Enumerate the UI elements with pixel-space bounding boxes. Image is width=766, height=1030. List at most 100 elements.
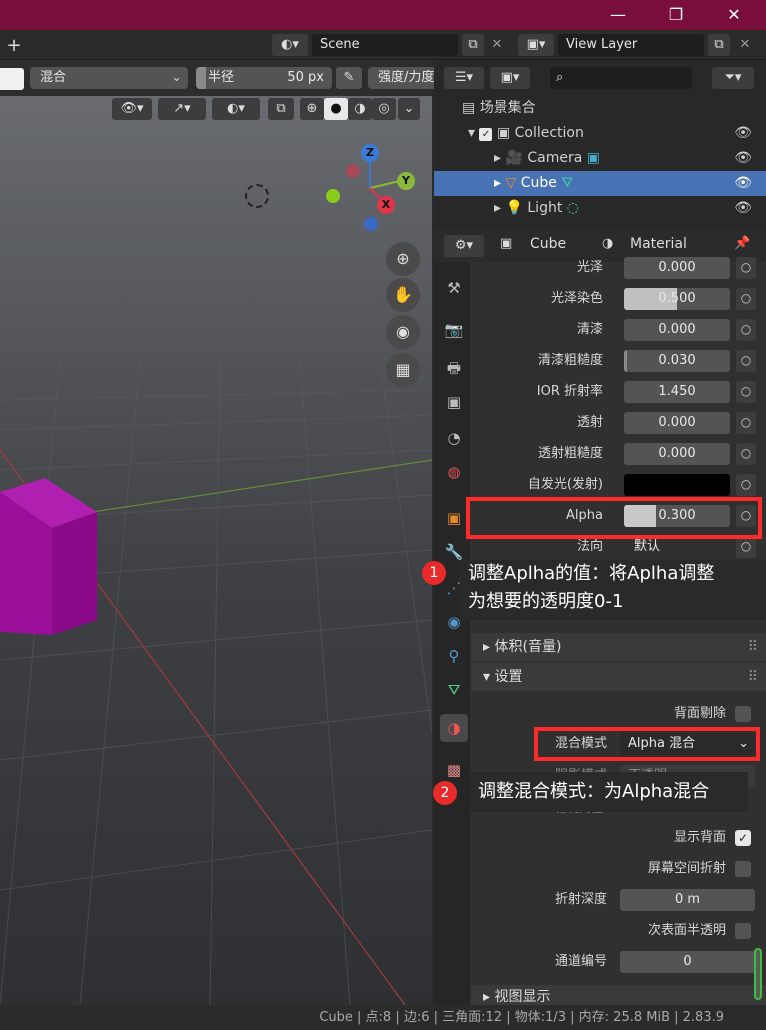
keyframe-dot-icon[interactable]: ○ — [736, 381, 756, 403]
property-value-field[interactable]: 默认 — [624, 536, 730, 558]
drag-handle-icon[interactable]: ⠿ — [748, 633, 758, 661]
cube-row[interactable]: ▸ ▽ Cube ⛛ 👁 — [434, 171, 766, 196]
pan-hand-icon[interactable]: ✋ — [386, 278, 420, 312]
view-layer-name-field[interactable]: View Layer — [558, 34, 704, 56]
render-tab-icon[interactable]: 📷 — [440, 316, 468, 344]
copy-view-layer-icon[interactable]: ⧉ — [708, 34, 730, 56]
overlay-toggle-dropdown[interactable]: ◐▾ — [212, 98, 260, 120]
property-value-field[interactable] — [624, 474, 730, 496]
data-tab-icon[interactable]: ⛛ — [440, 676, 468, 704]
eye-icon[interactable]: 👁 — [734, 171, 752, 196]
object-tab-icon[interactable]: ▣ — [440, 504, 468, 532]
expand-arrow-icon[interactable]: ▸ — [494, 150, 505, 166]
output-tab-icon[interactable]: 🖶 — [440, 354, 468, 382]
eye-icon[interactable]: 👁 — [734, 196, 752, 221]
screen-refraction-checkbox[interactable] — [735, 861, 751, 877]
property-value-field[interactable]: 0.000 — [624, 257, 730, 279]
visibility-eye-dropdown[interactable]: 👁▾ — [112, 98, 152, 120]
settings-section-header[interactable]: ▾ 设置 ⠿ — [471, 663, 766, 691]
filter-funnel-dropdown[interactable]: ⏷▾ — [712, 67, 754, 89]
maximize-button[interactable]: ❐ — [664, 4, 688, 26]
light-data-icon[interactable]: ◌ — [567, 200, 579, 216]
eye-icon[interactable]: 👁 — [734, 146, 752, 171]
keyframe-dot-icon[interactable]: ○ — [736, 288, 756, 310]
mesh-data-icon[interactable]: ⛛ — [561, 175, 573, 191]
expand-arrow-icon[interactable]: ▸ — [494, 175, 505, 191]
camera-view-icon[interactable]: ◉ — [386, 315, 420, 349]
backface-culling-checkbox[interactable] — [735, 706, 751, 722]
gizmo-toggle-dropdown[interactable]: ↗▾ — [158, 98, 206, 120]
minimize-button[interactable]: — — [606, 4, 630, 26]
sss-translucency-checkbox[interactable] — [735, 923, 751, 939]
volume-section-header[interactable]: ▸ 体积(音量) ⠿ — [471, 633, 766, 661]
pressure-pen-icon[interactable]: ✎ — [336, 67, 362, 89]
light-object-icon[interactable] — [245, 184, 269, 208]
tool-tab-icon[interactable]: ⚒ — [440, 274, 468, 302]
texture-tab-icon[interactable]: ▩ — [440, 756, 468, 784]
shading-options-dropdown[interactable]: ⌄ — [398, 98, 420, 120]
eye-icon[interactable]: 👁 — [734, 121, 752, 146]
gizmo-neg-z[interactable] — [364, 217, 378, 231]
expand-arrow-icon[interactable]: ▾ — [468, 125, 479, 141]
add-workspace-button[interactable]: + — [2, 35, 26, 57]
property-value-field[interactable]: 0.030 — [624, 350, 730, 372]
pass-index-field[interactable]: 0 — [620, 951, 755, 973]
view-layer-browse-icon[interactable]: ▣▾ — [518, 34, 554, 56]
scene-name-field[interactable]: Scene — [312, 34, 458, 56]
radius-field[interactable]: 半径 50 px — [196, 67, 332, 89]
keyframe-dot-icon[interactable]: ○ — [736, 350, 756, 372]
keyframe-dot-icon[interactable]: ○ — [736, 319, 756, 341]
expand-arrow-icon[interactable]: ▸ — [494, 200, 505, 216]
zoom-icon[interactable]: ⊕ — [386, 242, 420, 276]
remove-scene-icon[interactable]: ✕ — [486, 34, 508, 56]
refraction-depth-field[interactable]: 0 m — [620, 889, 755, 911]
gizmo-neg-y[interactable] — [326, 189, 340, 203]
property-value-field[interactable]: 0.500 — [624, 288, 730, 310]
rendered-shading-icon[interactable]: ◎ — [372, 98, 396, 120]
gizmo-neg-x[interactable] — [346, 164, 360, 178]
editor-type-dropdown[interactable]: ⚙▾ — [444, 235, 484, 257]
constraints-tab-icon[interactable]: ⚲ — [440, 642, 468, 670]
world-tab-icon[interactable]: ◍ — [440, 458, 468, 486]
close-button[interactable]: ✕ — [722, 4, 746, 26]
remove-view-layer-icon[interactable]: ✕ — [734, 34, 756, 56]
keyframe-dot-icon[interactable]: ○ — [736, 443, 756, 465]
material-tab-icon[interactable]: ◑ — [440, 714, 468, 742]
3d-viewport[interactable]: Z Y X ⊕ ✋ ◉ ▦ — [0, 60, 432, 1005]
property-value-field[interactable]: 0.000 — [624, 319, 730, 341]
gizmo-z-axis[interactable]: Z — [361, 144, 379, 162]
checkbox-icon[interactable]: ✓ — [479, 128, 493, 141]
xray-toggle-icon[interactable]: ⧉ — [268, 98, 294, 120]
brush-blend-dropdown[interactable]: 混合 ⌄ — [30, 67, 188, 89]
collection-row[interactable]: ▾ ✓ ▣ Collection 👁 — [434, 121, 766, 146]
perspective-grid-icon[interactable]: ▦ — [386, 353, 420, 387]
scene-collection-row[interactable]: ▤ 场景集合 — [434, 96, 766, 121]
filter-type-dropdown[interactable]: ▣▾ — [490, 67, 530, 89]
scene-browse-icon[interactable]: ◐▾ — [272, 34, 308, 56]
keyframe-dot-icon[interactable]: ○ — [736, 536, 756, 558]
property-value-field[interactable]: 0.000 — [624, 412, 730, 434]
material-shading-icon[interactable]: ◑ — [348, 98, 372, 120]
show-backface-checkbox[interactable]: ✓ — [735, 830, 751, 846]
keyframe-dot-icon[interactable]: ○ — [736, 412, 756, 434]
drag-handle-icon[interactable]: ⠿ — [748, 663, 758, 691]
camera-data-icon[interactable]: ▣ — [587, 150, 600, 166]
display-mode-dropdown[interactable]: ☰▾ — [444, 67, 484, 89]
pin-icon[interactable]: 📌 — [734, 236, 750, 251]
camera-row[interactable]: ▸ 🎥 Camera ▣ 👁 — [434, 146, 766, 171]
gizmo-y-axis[interactable]: Y — [397, 172, 415, 190]
property-value-field[interactable]: 0.000 — [624, 443, 730, 465]
scene-tab-icon[interactable]: ◔ — [440, 424, 468, 452]
view-layer-tab-icon[interactable]: ▣ — [440, 388, 468, 416]
keyframe-dot-icon[interactable]: ○ — [736, 474, 756, 496]
light-row[interactable]: ▸ 💡 Light ◌ 👁 — [434, 196, 766, 221]
strength-field[interactable]: 强度/力度 — [368, 67, 438, 89]
outliner-search-input[interactable]: ⌕ — [550, 67, 692, 89]
copy-scene-icon[interactable]: ⧉ — [462, 34, 484, 56]
property-value-field[interactable]: 1.450 — [624, 381, 730, 403]
color-swatch[interactable] — [0, 68, 24, 90]
scrollbar-handle[interactable] — [754, 948, 762, 1000]
gizmo-x-axis[interactable]: X — [377, 196, 395, 214]
solid-shading-icon[interactable]: ● — [324, 98, 348, 120]
viewport-display-section-header[interactable]: ▸ 视图显示 — [471, 985, 766, 1005]
